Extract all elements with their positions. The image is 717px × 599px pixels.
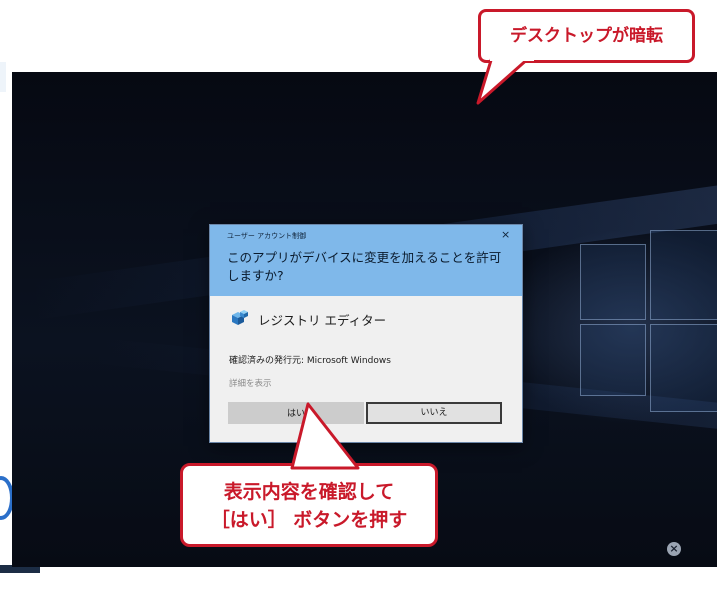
- callout-pointer: [290, 402, 360, 470]
- close-icon[interactable]: ×: [501, 228, 510, 241]
- app-info: レジストリ エディター: [228, 309, 386, 329]
- registry-editor-icon: [232, 310, 248, 325]
- app-name: レジストリ エディター: [258, 312, 387, 328]
- windows-logo-icon: [572, 222, 717, 422]
- callout-bottom-line2: ［はい］ ボタンを押す: [210, 509, 408, 531]
- publisher-text: 確認済みの発行元: Microsoft Windows: [229, 356, 391, 366]
- left-edge-fragment: [0, 62, 6, 92]
- no-button[interactable]: いいえ: [366, 402, 502, 424]
- dialog-title: ユーザー アカウント制御: [227, 232, 307, 240]
- close-circle-icon[interactable]: ×: [667, 542, 681, 556]
- callout-top-text: デスクトップが暗転: [510, 26, 663, 46]
- show-details-link[interactable]: 詳細を表示: [229, 377, 272, 389]
- callout-confirm: 表示内容を確認して ［はい］ ボタンを押す: [180, 463, 438, 547]
- callout-bottom-line1: 表示内容を確認して: [223, 481, 395, 503]
- callout-pointer: [476, 55, 534, 105]
- dialog-question: このアプリがデバイスに変更を加えることを許可しますか?: [227, 250, 502, 283]
- dialog-header: ユーザー アカウント制御 × このアプリがデバイスに変更を加えることを許可します…: [210, 225, 522, 296]
